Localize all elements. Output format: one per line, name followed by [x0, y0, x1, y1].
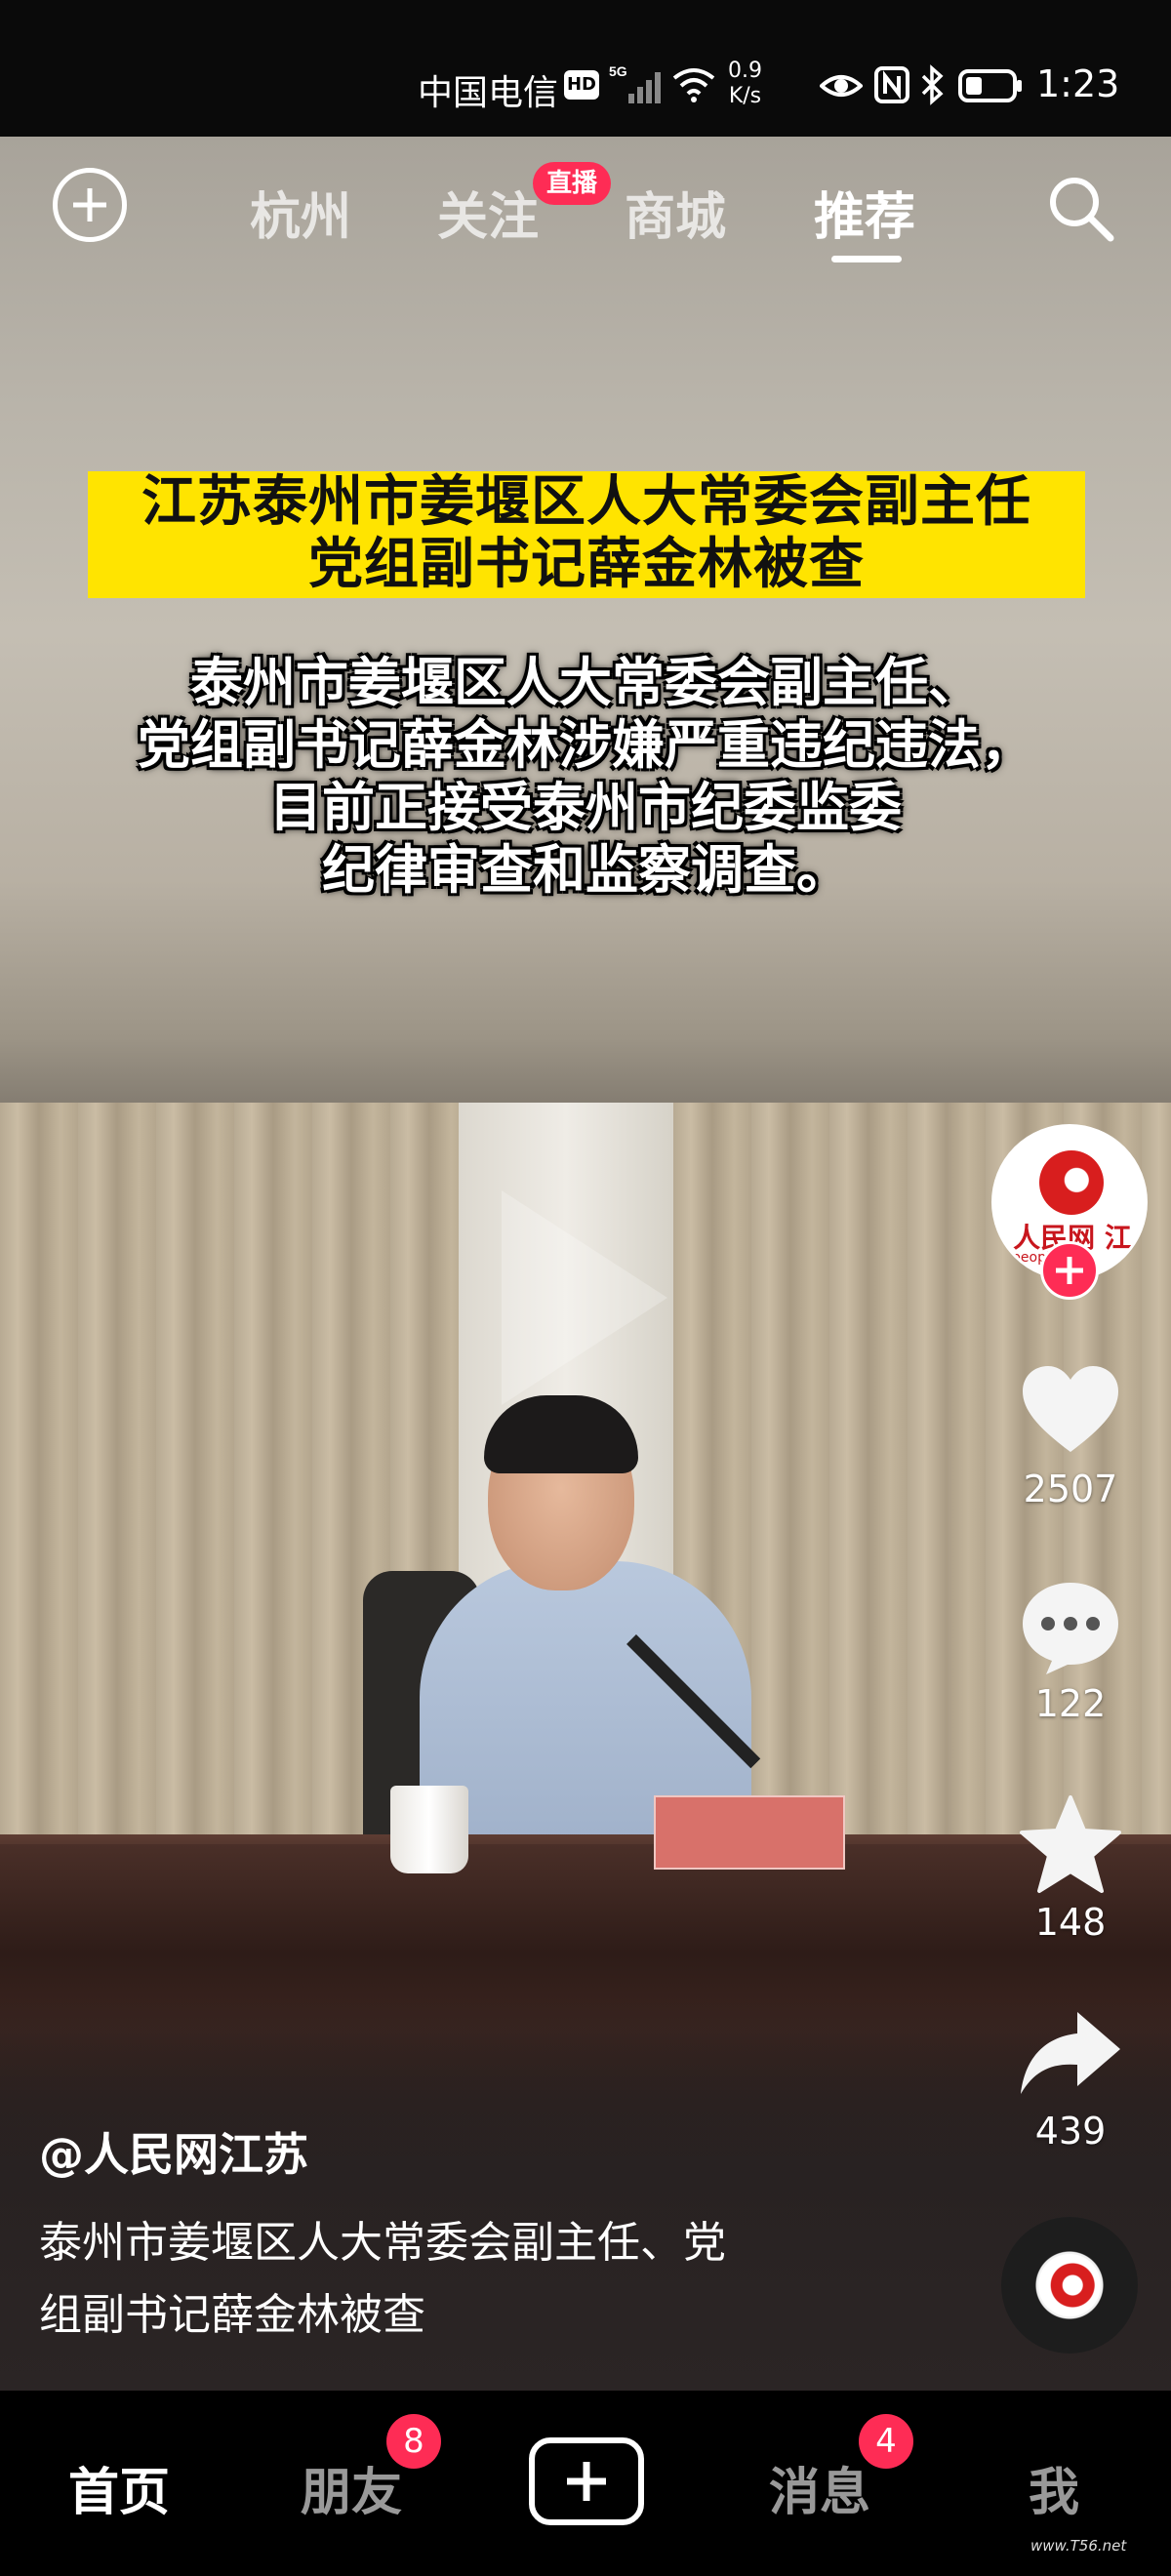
- network-speed: 0.9 K/s: [728, 59, 762, 109]
- play-icon[interactable]: [502, 1190, 667, 1405]
- tab-mall[interactable]: 商城: [625, 176, 726, 249]
- eye-comfort-icon: [820, 75, 863, 97]
- comment-count: 122: [1034, 1682, 1107, 1725]
- status-bar: 中国电信 HD 5G 0.9 K/s 1:23: [0, 0, 1171, 137]
- heart-icon: [1023, 1366, 1118, 1452]
- like-count: 2507: [1023, 1468, 1118, 1510]
- comment-button[interactable]: 122: [1007, 1573, 1134, 1725]
- live-badge: 直播: [533, 162, 611, 205]
- tea-cup: [390, 1786, 468, 1873]
- like-button[interactable]: 2507: [1007, 1358, 1134, 1510]
- friends-badge: 8: [386, 2414, 441, 2469]
- favorite-button[interactable]: 148: [1007, 1791, 1134, 1944]
- tab-recommended[interactable]: 推荐: [814, 176, 915, 249]
- share-count: 439: [1034, 2110, 1107, 2153]
- favorite-count: 148: [1034, 1901, 1107, 1944]
- headline-line-1: 江苏泰州市姜堰区人大常委会副主任: [141, 470, 1031, 534]
- messages-badge: 4: [859, 2414, 913, 2469]
- bluetooth-icon: [921, 64, 944, 105]
- subtitle-line-4: 纪律审查和监察调查。: [322, 839, 849, 901]
- headline-line-2: 党组副书记薛金林被查: [308, 533, 865, 596]
- speed-unit: K/s: [728, 84, 762, 108]
- network-type-label: 5G: [609, 63, 627, 79]
- nav-messages[interactable]: 消息: [769, 2451, 870, 2524]
- caption-line-1: 泰州市姜堰区人大常委会副主任、党: [39, 2218, 726, 2268]
- music-disc-logo: [1038, 2254, 1101, 2316]
- follow-button[interactable]: [1040, 1241, 1099, 1300]
- video-caption[interactable]: 泰州市姜堰区人大常委会副主任、党 组副书记薛金林被查: [39, 2207, 839, 2352]
- share-arrow-icon: [1021, 2012, 1120, 2094]
- tab-following[interactable]: 关注: [437, 176, 539, 249]
- author-handle[interactable]: @人民网江苏: [39, 2119, 308, 2184]
- signal-icon: 5G: [609, 63, 661, 103]
- active-tab-indicator: [831, 256, 902, 262]
- nameplate: [654, 1795, 845, 1870]
- clock: 1:23: [1036, 62, 1120, 105]
- subtitle-line-3: 目前正接受泰州市纪委监委: [269, 777, 902, 838]
- comment-icon: [1023, 1583, 1118, 1674]
- add-icon[interactable]: [53, 168, 127, 242]
- create-button[interactable]: [529, 2437, 644, 2525]
- caption-line-2: 组副书记薛金林被查: [39, 2290, 425, 2340]
- star-icon: [1020, 1795, 1121, 1893]
- search-icon[interactable]: [1044, 172, 1116, 244]
- video-subtitle: 泰州市姜堰区人大常委会副主任、 党组副书记薛金林涉嫌严重违纪违法， 目前正接受泰…: [39, 652, 1132, 902]
- music-disc-icon[interactable]: [1001, 2217, 1138, 2354]
- carrier-label: 中国电信: [418, 73, 559, 113]
- nav-home[interactable]: 首页: [68, 2451, 170, 2524]
- subtitle-line-2: 党组副书记薛金林涉嫌严重违纪违法，: [138, 714, 1033, 776]
- tab-hangzhou[interactable]: 杭州: [250, 176, 351, 249]
- wifi-icon: [672, 68, 715, 102]
- hd-badge: HD: [564, 70, 599, 100]
- battery-icon: [958, 69, 1022, 102]
- speed-value: 0.9: [728, 59, 762, 83]
- site-watermark: www.T56.net: [1030, 2537, 1127, 2555]
- nfc-icon: [874, 66, 909, 103]
- nav-me[interactable]: 我: [1029, 2451, 1079, 2524]
- share-button[interactable]: 439: [1007, 2000, 1134, 2153]
- headline-banner: 江苏泰州市姜堰区人大常委会副主任 党组副书记薛金林被查: [88, 471, 1085, 598]
- people-daily-logo-icon: [1039, 1150, 1104, 1215]
- nav-friends[interactable]: 朋友: [301, 2451, 402, 2524]
- subtitle-line-1: 泰州市姜堰区人大常委会副主任、: [190, 652, 981, 713]
